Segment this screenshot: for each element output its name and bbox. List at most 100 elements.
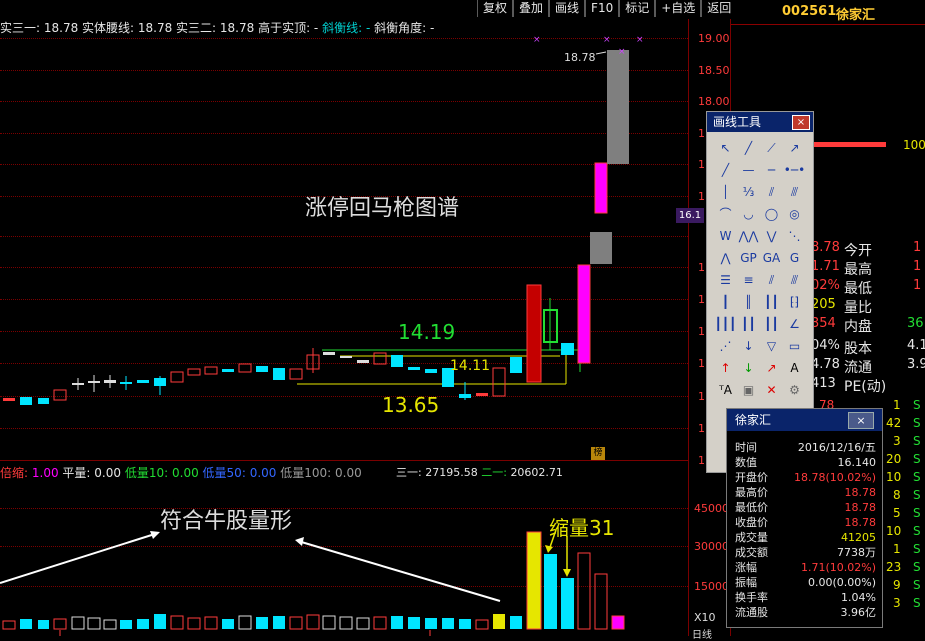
drawing-tool-titlebar[interactable]: 画线工具 × (707, 112, 813, 132)
hide-icon[interactable]: ▣ (737, 379, 760, 401)
annotation-arrow (0, 532, 159, 584)
time-zone-icon[interactable]: ┃ (714, 291, 737, 313)
volume-bar (187, 617, 201, 630)
candle-up (204, 366, 218, 375)
peaks-icon[interactable]: ⋀ (714, 247, 737, 269)
gann-ga-icon[interactable]: GA (760, 247, 783, 269)
price-axis-label: 1 (698, 325, 705, 338)
trade-side: S (913, 542, 921, 556)
trade-side: S (913, 470, 921, 484)
fan-icon[interactable]: ⫽ (760, 269, 783, 291)
horizontal-line-icon[interactable]: ─ (760, 159, 783, 181)
trade-side: S (913, 434, 921, 448)
bracket-icon[interactable]: ⁅⁆ (783, 291, 806, 313)
info-row: 成交额 7738万 (735, 546, 876, 559)
ratio-value: 100 (903, 138, 925, 152)
info-titlebar[interactable]: 徐家汇 × (727, 409, 882, 431)
trade-volume: 9 (893, 578, 901, 592)
circle-icon[interactable]: ◯ (760, 203, 783, 225)
trade-volume: 1 (893, 398, 901, 412)
gann-gp-icon[interactable]: GP (737, 247, 760, 269)
speed-lines-icon[interactable]: ⫻ (783, 269, 806, 291)
signal-marker: × (533, 35, 541, 45)
label-pointer (595, 51, 607, 55)
candle-up (187, 368, 201, 376)
candle-down (408, 367, 420, 370)
zigzag-icon[interactable]: ⋁ (760, 225, 783, 247)
volume-bar (442, 618, 454, 629)
arrow-line-icon[interactable]: ↗ (783, 137, 806, 159)
close-button[interactable]: × (792, 115, 810, 130)
info-row: 最低价 18.78 (735, 501, 876, 514)
decline-icon[interactable]: ⋱ (783, 225, 806, 247)
parallel-lines-icon[interactable]: ⫽ (760, 181, 783, 203)
delete-icon[interactable]: ✕ (760, 379, 783, 401)
volume-bar (53, 618, 67, 630)
trend-line-icon[interactable]: ╱ (714, 159, 737, 181)
angle-fan-icon[interactable]: ∠ (783, 313, 806, 335)
arrow-head (295, 537, 304, 546)
spiral-icon[interactable]: ◎ (783, 203, 806, 225)
text-icon[interactable]: A (783, 357, 806, 379)
segment-dots-icon[interactable]: •─• (783, 159, 806, 181)
up-arrow-icon[interactable]: ↑ (714, 357, 737, 379)
price-axis-label: 18.00 (698, 95, 730, 108)
trade-side: S (913, 596, 921, 610)
wave-pattern-icon[interactable]: ⋀⋀ (737, 225, 760, 247)
levels-icon[interactable]: ☰ (714, 269, 737, 291)
trade-volume: 10 (886, 470, 902, 484)
horizontal-ray-icon[interactable]: — (737, 159, 760, 181)
fib-time-icon[interactable]: ┃┃ (760, 291, 783, 313)
down-arrow-icon[interactable]: ↓ (737, 335, 760, 357)
trade-volume: 3 (893, 596, 901, 610)
fan-lines-icon[interactable]: ⋰ (714, 335, 737, 357)
drawing-tool-grid: ↖ ╱ ⟋ ↗ ╱ — ─ •─• │ ⅓ ⫽ ⫻ ⌒ ◡ ◯ ◎ W ⋀⋀ ⋁… (714, 137, 806, 401)
arc-icon[interactable]: ⌒ (714, 203, 737, 225)
info-row: 涨幅 1.71(10.02%) (735, 561, 876, 574)
candle-down (20, 397, 32, 405)
volume-bar (103, 619, 117, 630)
volume-bar (408, 617, 420, 629)
rectangle-icon[interactable]: ▭ (783, 335, 806, 357)
volume-bar (493, 614, 505, 629)
candle-down (38, 398, 49, 404)
trade-side: S (913, 578, 921, 592)
diff2-value: 20602.71 (510, 466, 563, 479)
candle-limit-up (577, 264, 591, 364)
close-button[interactable]: × (848, 412, 874, 429)
period-icon[interactable]: ║ (737, 291, 760, 313)
level-label-low: 13.65 (382, 393, 440, 417)
candle-up (238, 363, 252, 373)
cycle-lines-icon[interactable]: ┃┃┃ (714, 313, 737, 335)
triangle-icon[interactable]: ▽ (760, 335, 783, 357)
percent-levels-icon[interactable]: ≡ (737, 269, 760, 291)
fibonacci-icon[interactable]: ⅓ (737, 181, 760, 203)
channel-icon[interactable]: ⫻ (783, 181, 806, 203)
cursor-icon[interactable]: ↖ (714, 137, 737, 159)
text-tool-icon[interactable]: ᵀA (714, 379, 737, 401)
spaced-bars-icon[interactable]: ┃┃ (760, 313, 783, 335)
volume-bar (204, 616, 218, 630)
ray-icon[interactable]: ⟋ (760, 137, 783, 159)
volume-bar (2, 620, 16, 630)
cycle-icon[interactable]: ◡ (737, 203, 760, 225)
low100-label: 低量100: (280, 466, 332, 480)
wave-icon[interactable]: W (714, 225, 737, 247)
info-row: 换手率 1.04% (735, 591, 876, 604)
buy-arrow-icon[interactable]: ↗ (760, 357, 783, 379)
candle-up (476, 393, 488, 396)
down-green-arrow-icon[interactable]: ↓ (737, 357, 760, 379)
price-axis-label: 1 (698, 357, 705, 370)
candle-limit-up (594, 162, 608, 214)
settings-icon[interactable]: ⚙ (783, 379, 806, 401)
line-segment-icon[interactable]: ╱ (737, 137, 760, 159)
volume-bar (137, 619, 149, 629)
volume-bar (425, 618, 437, 629)
vertical-line-icon[interactable]: │ (714, 181, 737, 203)
shrink-label: 缩量31 (549, 516, 615, 540)
candle-info-window[interactable]: 徐家汇 × 时间 2016/12/16/五 数值 16.140 开盘价 18.78(1… (726, 408, 883, 628)
level-label-high: 14.19 (398, 320, 456, 344)
trade-volume: 20 (886, 452, 902, 466)
bars-icon[interactable]: ┃┃ (737, 313, 760, 335)
gann-g-icon[interactable]: G (783, 247, 806, 269)
